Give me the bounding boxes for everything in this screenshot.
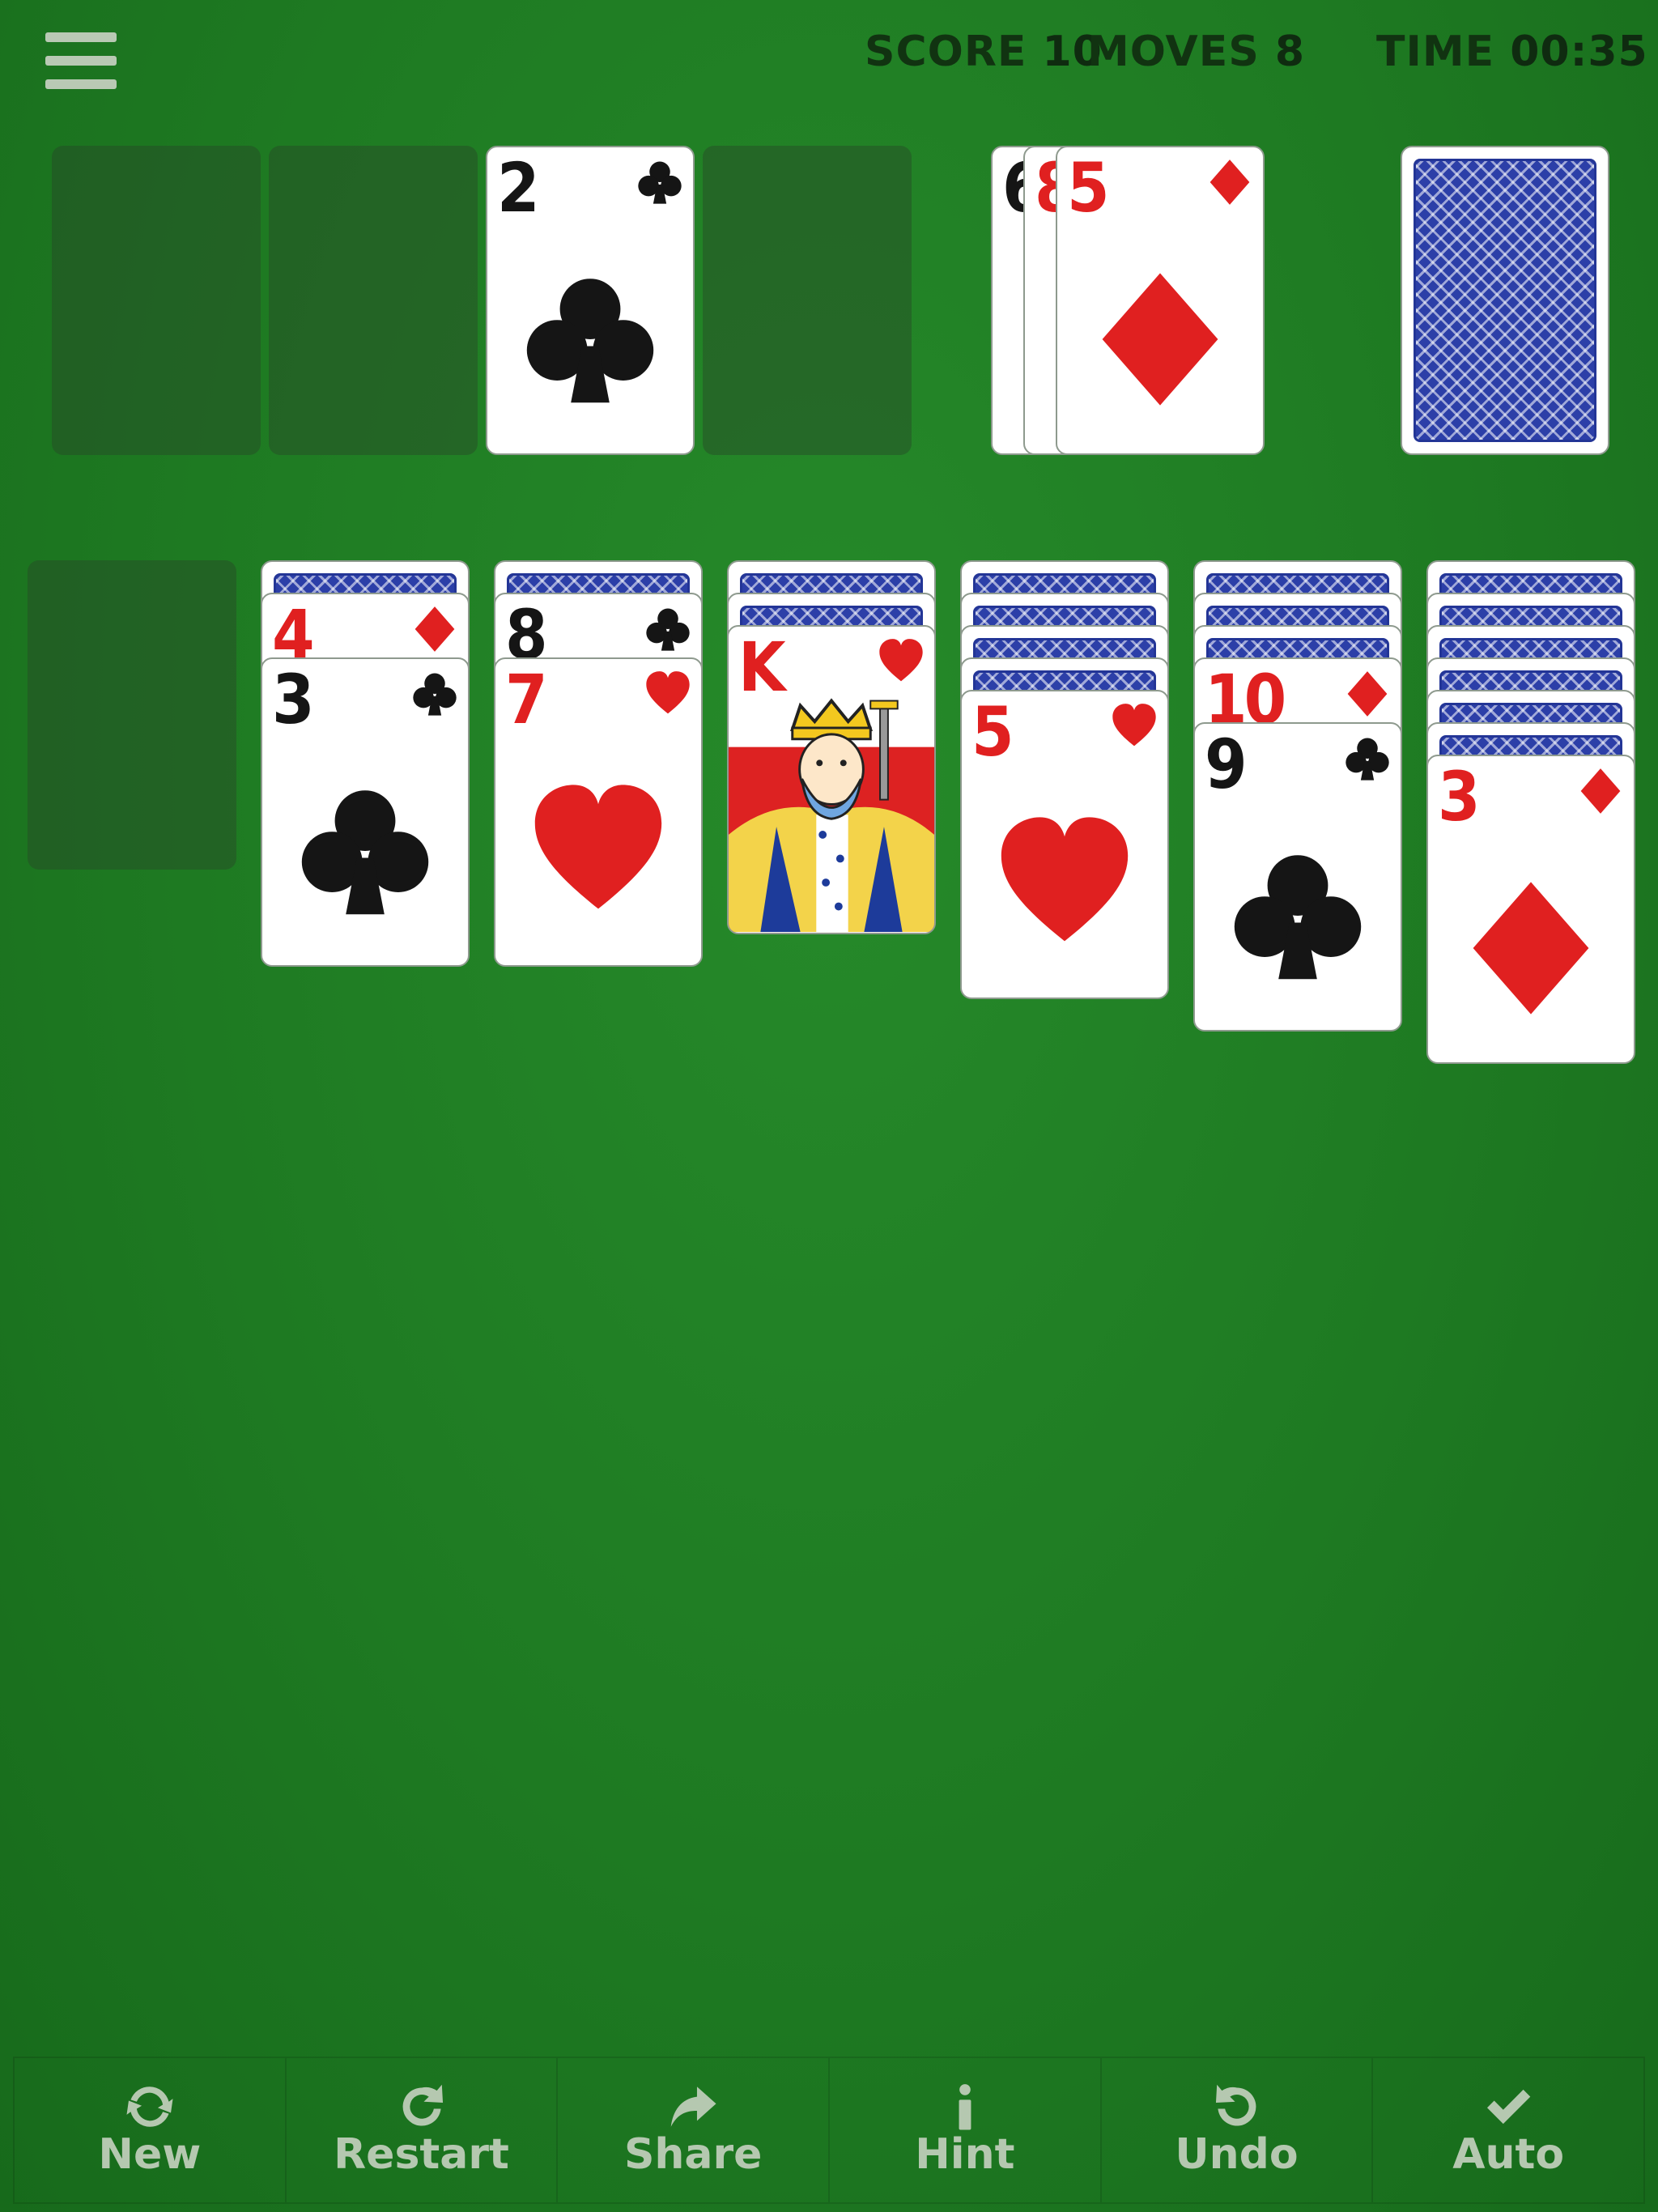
heart-icon: [1112, 704, 1156, 747]
info-icon: [959, 2084, 971, 2130]
card-back-pattern: [1414, 159, 1596, 442]
heart-icon: [879, 639, 923, 682]
club-icon: [1346, 738, 1389, 781]
waste-card[interactable]: 5: [1056, 146, 1265, 455]
foundation-slot-4[interactable]: [703, 146, 912, 455]
restart-button[interactable]: Restart: [287, 2058, 559, 2202]
club-icon: [413, 673, 457, 716]
diamond-icon: [1347, 671, 1388, 717]
time-label: TIME: [1376, 28, 1495, 76]
heart-icon: [646, 671, 690, 714]
undo-button[interactable]: Undo: [1102, 2058, 1374, 2202]
heart-icon: [534, 785, 662, 909]
share-label: Share: [623, 2130, 763, 2180]
card-rank: 9: [1205, 725, 1248, 804]
time-value: 00:35: [1510, 28, 1648, 76]
heart-icon: [1001, 817, 1129, 942]
card-rank: 2: [497, 148, 540, 228]
tableau-card[interactable]: 7: [494, 657, 703, 967]
check-icon: [1487, 2090, 1531, 2125]
club-icon: [301, 790, 429, 915]
tableau-card[interactable]: 5: [960, 690, 1169, 999]
redo-icon: [402, 2085, 443, 2126]
diamond-icon: [414, 606, 455, 652]
tableau-card[interactable]: 3: [261, 657, 470, 967]
moves-label: MOVES: [1087, 28, 1260, 76]
card-rank: 3: [272, 660, 315, 739]
tableau-slot-1[interactable]: [28, 560, 236, 870]
refresh-icon: [126, 2087, 173, 2128]
new-button[interactable]: New: [15, 2058, 287, 2202]
restart-label: Restart: [334, 2130, 509, 2180]
undo-icon: [1215, 2085, 1256, 2126]
stock-pile[interactable]: [1401, 146, 1609, 455]
foundation-slot-1[interactable]: [52, 146, 261, 455]
card-rank: 5: [971, 692, 1014, 772]
time-display: TIME 00:35: [1376, 28, 1648, 76]
club-icon: [646, 608, 690, 651]
card-rank: K: [738, 627, 786, 707]
auto-button[interactable]: Auto: [1373, 2058, 1643, 2202]
card-rank: 3: [1438, 757, 1481, 836]
foundation-slot-2[interactable]: [269, 146, 478, 455]
card-rank: 5: [1067, 148, 1110, 228]
score-label: SCORE: [865, 28, 1027, 76]
undo-label: Undo: [1175, 2130, 1299, 2180]
moves-value: 8: [1274, 28, 1306, 76]
diamond-icon: [1580, 768, 1621, 814]
tableau-card[interactable]: K: [727, 625, 936, 934]
new-label: New: [98, 2130, 202, 2180]
auto-label: Auto: [1452, 2130, 1565, 2180]
hint-label: Hint: [915, 2130, 1015, 2180]
club-icon: [526, 279, 654, 403]
diamond-icon: [1473, 882, 1589, 1015]
card-rank: 7: [505, 660, 548, 739]
tableau-card[interactable]: 3: [1426, 755, 1635, 1064]
foundation-card-3[interactable]: 2: [486, 146, 695, 455]
tableau-card[interactable]: 9: [1193, 722, 1402, 1032]
hint-button[interactable]: Hint: [830, 2058, 1102, 2202]
bottom-toolbar: New Restart Share Hint Undo Auto: [13, 2057, 1645, 2204]
share-button[interactable]: Share: [558, 2058, 831, 2202]
moves-display: MOVES 8: [1087, 28, 1305, 76]
hamburger-icon: [45, 32, 117, 42]
diamond-icon: [1209, 160, 1250, 205]
menu-button[interactable]: [45, 32, 117, 91]
club-icon: [1234, 855, 1362, 980]
club-icon: [638, 161, 682, 204]
score-display: SCORE 10: [865, 28, 1103, 76]
share-icon: [670, 2087, 716, 2128]
diamond-icon: [1102, 273, 1218, 406]
